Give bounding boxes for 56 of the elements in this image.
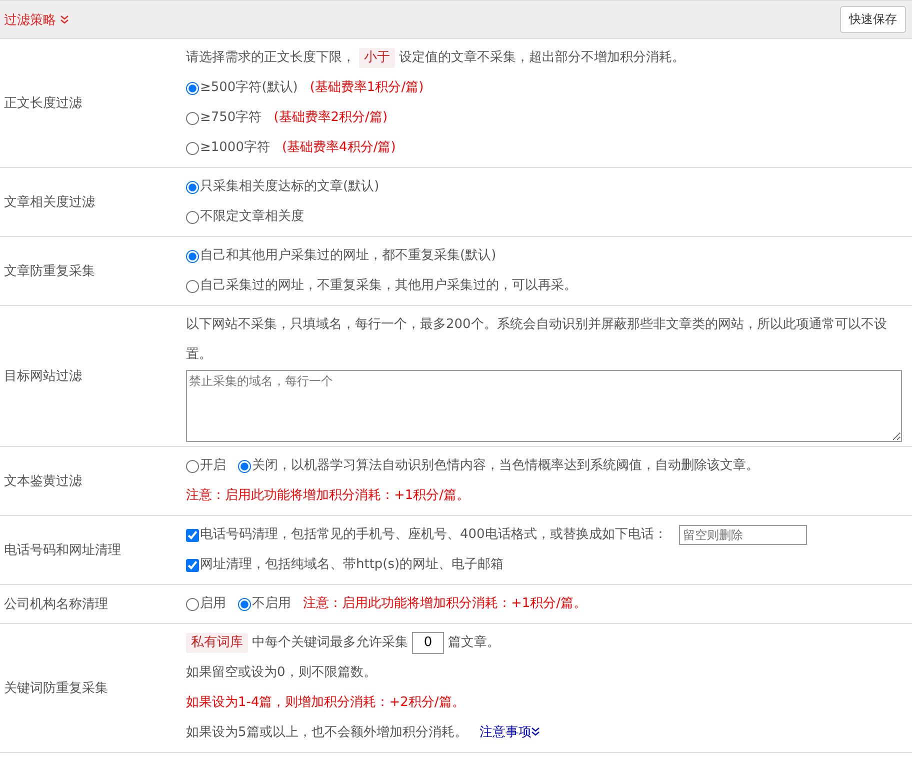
radio-button[interactable] (238, 598, 251, 610)
count-field[interactable]: 0 (412, 632, 444, 654)
description-text: 篇文章。 (448, 634, 500, 652)
row-label: 文章相关度过滤 (4, 194, 95, 211)
row-label: 正文长度过滤 (4, 95, 82, 112)
keyword-tag: 小于 (359, 48, 395, 68)
description-text: 请选择需求的正文长度下限， (186, 49, 355, 67)
option-label[interactable]: 自己和其他用户采集过的网址，都不重复采集(默认) (200, 241, 496, 271)
option-label[interactable]: 启用 (200, 589, 226, 619)
option-label[interactable]: 不限定文章相关度 (200, 202, 304, 232)
row-label: 目标网站过滤 (4, 368, 82, 385)
description-text: 设定值的文章不采集，超出部分不增加积分消耗。 (399, 49, 685, 67)
option-label[interactable]: 关闭，以机器学习算法自动识别色情内容，当色情概率达到系统阈值，自动删除该文章。 (252, 451, 759, 481)
row-label: 关键词防重复采集 (4, 680, 108, 697)
option-label[interactable]: ≥750字符 (200, 103, 262, 133)
option-label[interactable]: 不启用 (252, 589, 291, 619)
warning-text: (基础费率1积分/篇) (310, 79, 424, 97)
option-label[interactable]: 网址清理，包括纯域名、带http(s)的网址、电子邮箱 (200, 550, 504, 580)
description-text: 中每个关键词最多允许采集 (252, 634, 408, 652)
radio-button[interactable] (186, 210, 199, 224)
radio-button[interactable] (186, 82, 199, 94)
warning-text: 注意：启用此功能将增加积分消耗：+1积分/篇。 (303, 595, 587, 613)
keyword-tag: 私有词库 (186, 633, 248, 653)
checkbox[interactable] (186, 558, 199, 572)
warning-text: (基础费率4积分/篇) (282, 139, 396, 157)
warning-text: 如果设为1-4篇，则增加积分消耗：+2积分/篇。 (186, 694, 465, 712)
description-text: 如果设为5篇或以上，也不会额外增加积分消耗。 (186, 724, 468, 742)
description-text: 如果留空或设为0，则不限篇数。 (186, 664, 376, 682)
radio-button[interactable] (238, 460, 251, 472)
radio-button[interactable] (186, 180, 199, 194)
radio-button[interactable] (186, 280, 199, 292)
option-label[interactable]: 电话号码清理，包括常见的手机号、座机号、400电话格式，或替换成如下电话： (200, 520, 667, 550)
warning-text: (基础费率2积分/篇) (274, 109, 388, 127)
section-title[interactable]: 过滤策略 (4, 10, 56, 28)
row-label: 公司机构名称清理 (4, 596, 108, 613)
radio-button[interactable] (186, 250, 199, 262)
row-label: 文本鉴黄过滤 (4, 473, 82, 490)
chevron-down-icon[interactable] (531, 727, 540, 736)
warning-text: 注意：启用此功能将增加积分消耗：+1积分/篇。 (186, 487, 470, 505)
domain-textarea[interactable]: 禁止采集的域名，每行一个 (186, 370, 902, 442)
option-label[interactable]: 开启 (200, 451, 226, 481)
option-label[interactable]: 只采集相关度达标的文章(默认) (200, 172, 380, 202)
option-label[interactable]: 自己采集过的网址，不重复采集，其他用户采集过的，可以再采。 (200, 271, 577, 301)
notes-link[interactable]: 注意事项 (479, 718, 540, 748)
save-button[interactable]: 快速保存 (840, 6, 906, 33)
radio-button[interactable] (186, 142, 199, 154)
option-label[interactable]: ≥1000字符 (200, 133, 270, 163)
row-label: 电话号码和网址清理 (4, 542, 121, 559)
radio-button[interactable] (186, 460, 199, 472)
description-text: 以下网站不采集，只填域名，每行一个，最多200个。系统会自动识别并屏蔽那些非文章类的网站，所以此项通常可以不设置。 (186, 316, 888, 364)
radio-button[interactable] (186, 598, 199, 610)
checkbox[interactable] (186, 528, 199, 542)
radio-button[interactable] (186, 112, 199, 124)
option-label[interactable]: ≥500字符(默认) (200, 73, 298, 103)
phone-field[interactable]: 留空则删除 (678, 525, 807, 545)
row-label: 文章防重复采集 (4, 263, 95, 280)
